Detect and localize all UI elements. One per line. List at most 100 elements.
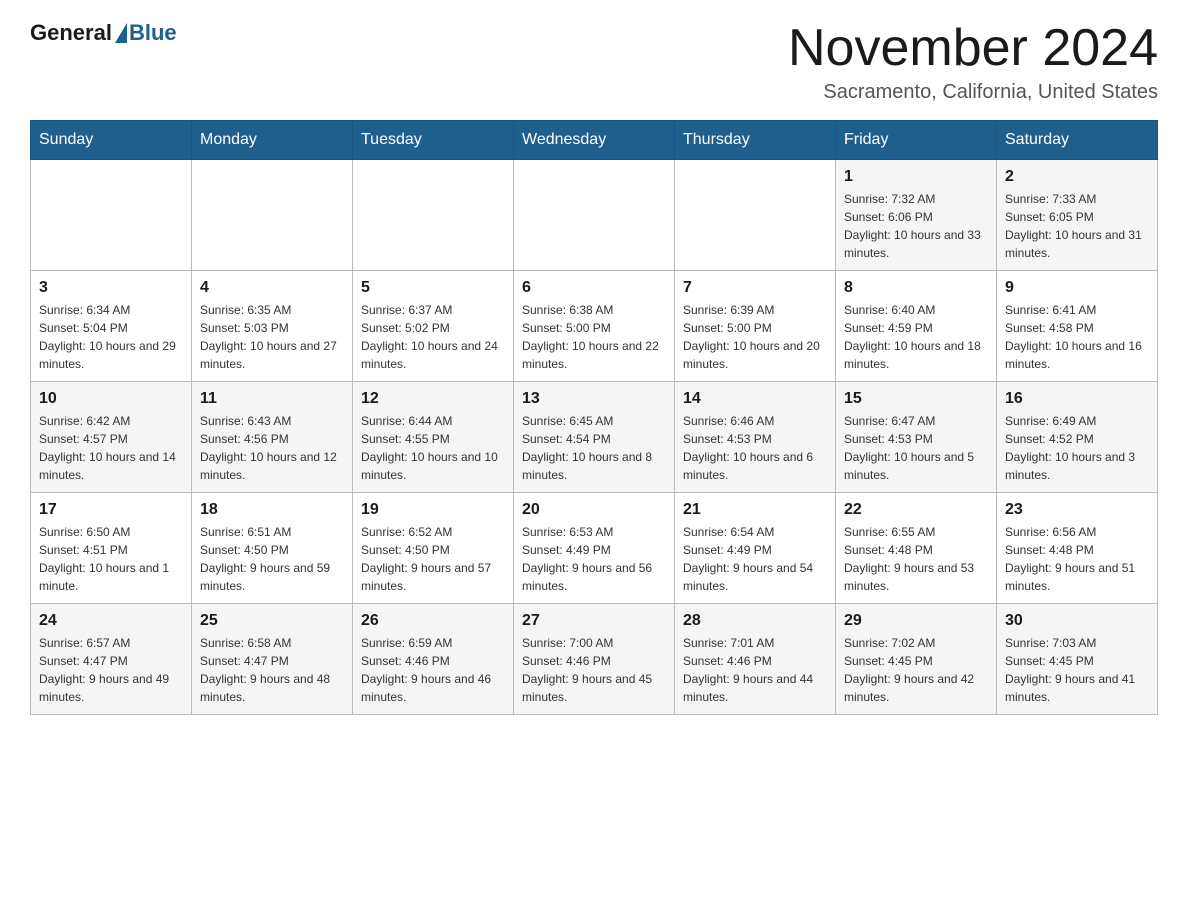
day-info: Sunrise: 6:50 AM Sunset: 4:51 PM Dayligh… <box>39 523 183 595</box>
calendar-cell: 29 Sunrise: 7:02 AM Sunset: 4:45 PM Dayli… <box>836 604 997 715</box>
day-number: 15 <box>844 390 988 408</box>
calendar-cell: 8 Sunrise: 6:40 AM Sunset: 4:59 PM Daylig… <box>836 271 997 382</box>
calendar-cell: 2 Sunrise: 7:33 AM Sunset: 6:05 PM Daylig… <box>997 160 1158 271</box>
day-number: 10 <box>39 390 183 408</box>
day-info: Sunrise: 6:54 AM Sunset: 4:49 PM Dayligh… <box>683 523 827 595</box>
day-number: 24 <box>39 612 183 630</box>
calendar-cell: 19 Sunrise: 6:52 AM Sunset: 4:50 PM Dayli… <box>353 493 514 604</box>
day-number: 1 <box>844 168 988 186</box>
calendar-cell: 30Sunrise: 7:03 AM Sunset: 4:45 PM Dayli… <box>997 604 1158 715</box>
logo-general-text: General <box>30 20 112 46</box>
day-number: 19 <box>361 501 505 519</box>
calendar-cell: 12Sunrise: 6:44 AM Sunset: 4:55 PM Dayli… <box>353 382 514 493</box>
day-info: Sunrise: 6:34 AM Sunset: 5:04 PM Dayligh… <box>39 301 183 373</box>
day-number: 4 <box>200 279 344 297</box>
day-number: 8 <box>844 279 988 297</box>
day-header-tuesday: Tuesday <box>353 121 514 160</box>
day-header-friday: Friday <box>836 121 997 160</box>
day-info: Sunrise: 7:01 AM Sunset: 4:46 PM Dayligh… <box>683 634 827 706</box>
day-info: Sunrise: 6:56 AM Sunset: 4:48 PM Dayligh… <box>1005 523 1149 595</box>
title-section: November 2024 Sacramento, California, Un… <box>788 20 1158 104</box>
day-info: Sunrise: 6:49 AM Sunset: 4:52 PM Dayligh… <box>1005 412 1149 484</box>
calendar-cell: 15Sunrise: 6:47 AM Sunset: 4:53 PM Dayli… <box>836 382 997 493</box>
calendar-cell: 10 Sunrise: 6:42 AM Sunset: 4:57 PM Dayli… <box>31 382 192 493</box>
day-info: Sunrise: 6:52 AM Sunset: 4:50 PM Dayligh… <box>361 523 505 595</box>
calendar-cell <box>514 160 675 271</box>
day-header-wednesday: Wednesday <box>514 121 675 160</box>
calendar-cell: 11 Sunrise: 6:43 AM Sunset: 4:56 PM Dayli… <box>192 382 353 493</box>
week-row-1: 1 Sunrise: 7:32 AM Sunset: 6:06 PM Daylig… <box>31 160 1158 271</box>
day-info: Sunrise: 7:03 AM Sunset: 4:45 PM Dayligh… <box>1005 634 1149 706</box>
calendar-cell: 14 Sunrise: 6:46 AM Sunset: 4:53 PM Dayli… <box>675 382 836 493</box>
calendar-cell: 24 Sunrise: 6:57 AM Sunset: 4:47 PM Dayli… <box>31 604 192 715</box>
calendar-cell: 5 Sunrise: 6:37 AM Sunset: 5:02 PM Daylig… <box>353 271 514 382</box>
day-number: 2 <box>1005 168 1149 186</box>
calendar-cell: 21Sunrise: 6:54 AM Sunset: 4:49 PM Dayli… <box>675 493 836 604</box>
day-number: 27 <box>522 612 666 630</box>
day-info: Sunrise: 6:37 AM Sunset: 5:02 PM Dayligh… <box>361 301 505 373</box>
calendar-cell: 7 Sunrise: 6:39 AM Sunset: 5:00 PM Daylig… <box>675 271 836 382</box>
day-info: Sunrise: 6:44 AM Sunset: 4:55 PM Dayligh… <box>361 412 505 484</box>
day-info: Sunrise: 7:00 AM Sunset: 4:46 PM Dayligh… <box>522 634 666 706</box>
calendar-cell <box>675 160 836 271</box>
calendar-cell: 16 Sunrise: 6:49 AM Sunset: 4:52 PM Dayli… <box>997 382 1158 493</box>
day-info: Sunrise: 6:58 AM Sunset: 4:47 PM Dayligh… <box>200 634 344 706</box>
week-row-3: 10 Sunrise: 6:42 AM Sunset: 4:57 PM Dayli… <box>31 382 1158 493</box>
day-number: 11 <box>200 390 344 408</box>
logo-triangle-icon <box>115 23 127 43</box>
day-number: 18 <box>200 501 344 519</box>
day-info: Sunrise: 6:59 AM Sunset: 4:46 PM Dayligh… <box>361 634 505 706</box>
calendar-cell: 23 Sunrise: 6:56 AM Sunset: 4:48 PM Dayli… <box>997 493 1158 604</box>
week-row-4: 17 Sunrise: 6:50 AM Sunset: 4:51 PM Dayli… <box>31 493 1158 604</box>
day-info: Sunrise: 6:51 AM Sunset: 4:50 PM Dayligh… <box>200 523 344 595</box>
day-number: 17 <box>39 501 183 519</box>
day-info: Sunrise: 7:33 AM Sunset: 6:05 PM Dayligh… <box>1005 190 1149 262</box>
day-header-monday: Monday <box>192 121 353 160</box>
day-number: 23 <box>1005 501 1149 519</box>
calendar-cell: 4Sunrise: 6:35 AM Sunset: 5:03 PM Daylig… <box>192 271 353 382</box>
day-number: 25 <box>200 612 344 630</box>
day-number: 14 <box>683 390 827 408</box>
week-row-2: 3 Sunrise: 6:34 AM Sunset: 5:04 PM Daylig… <box>31 271 1158 382</box>
day-number: 22 <box>844 501 988 519</box>
calendar-cell: 18 Sunrise: 6:51 AM Sunset: 4:50 PM Dayli… <box>192 493 353 604</box>
day-info: Sunrise: 7:02 AM Sunset: 4:45 PM Dayligh… <box>844 634 988 706</box>
day-number: 28 <box>683 612 827 630</box>
calendar-cell <box>192 160 353 271</box>
day-info: Sunrise: 6:53 AM Sunset: 4:49 PM Dayligh… <box>522 523 666 595</box>
location-subtitle: Sacramento, California, United States <box>788 81 1158 104</box>
day-info: Sunrise: 6:42 AM Sunset: 4:57 PM Dayligh… <box>39 412 183 484</box>
day-number: 6 <box>522 279 666 297</box>
day-info: Sunrise: 6:43 AM Sunset: 4:56 PM Dayligh… <box>200 412 344 484</box>
day-number: 16 <box>1005 390 1149 408</box>
day-number: 13 <box>522 390 666 408</box>
day-number: 20 <box>522 501 666 519</box>
calendar-cell: 20 Sunrise: 6:53 AM Sunset: 4:49 PM Dayli… <box>514 493 675 604</box>
logo: General Blue <box>30 20 177 46</box>
day-number: 5 <box>361 279 505 297</box>
calendar-cell: 6Sunrise: 6:38 AM Sunset: 5:00 PM Daylig… <box>514 271 675 382</box>
header-row: SundayMondayTuesdayWednesdayThursdayFrid… <box>31 121 1158 160</box>
calendar-cell: 26Sunrise: 6:59 AM Sunset: 4:46 PM Dayli… <box>353 604 514 715</box>
calendar-cell: 13 Sunrise: 6:45 AM Sunset: 4:54 PM Dayli… <box>514 382 675 493</box>
day-number: 3 <box>39 279 183 297</box>
calendar-cell <box>31 160 192 271</box>
day-info: Sunrise: 6:40 AM Sunset: 4:59 PM Dayligh… <box>844 301 988 373</box>
week-row-5: 24 Sunrise: 6:57 AM Sunset: 4:47 PM Dayli… <box>31 604 1158 715</box>
day-number: 29 <box>844 612 988 630</box>
calendar-cell: 22 Sunrise: 6:55 AM Sunset: 4:48 PM Dayli… <box>836 493 997 604</box>
day-info: Sunrise: 6:46 AM Sunset: 4:53 PM Dayligh… <box>683 412 827 484</box>
day-info: Sunrise: 6:41 AM Sunset: 4:58 PM Dayligh… <box>1005 301 1149 373</box>
day-header-thursday: Thursday <box>675 121 836 160</box>
day-info: Sunrise: 7:32 AM Sunset: 6:06 PM Dayligh… <box>844 190 988 262</box>
calendar-cell: 9Sunrise: 6:41 AM Sunset: 4:58 PM Daylig… <box>997 271 1158 382</box>
logo-blue-text: Blue <box>129 20 177 46</box>
calendar-cell: 28 Sunrise: 7:01 AM Sunset: 4:46 PM Dayli… <box>675 604 836 715</box>
calendar-cell: 25 Sunrise: 6:58 AM Sunset: 4:47 PM Dayli… <box>192 604 353 715</box>
day-info: Sunrise: 6:39 AM Sunset: 5:00 PM Dayligh… <box>683 301 827 373</box>
day-number: 7 <box>683 279 827 297</box>
calendar-cell: 17 Sunrise: 6:50 AM Sunset: 4:51 PM Dayli… <box>31 493 192 604</box>
day-info: Sunrise: 6:57 AM Sunset: 4:47 PM Dayligh… <box>39 634 183 706</box>
day-info: Sunrise: 6:45 AM Sunset: 4:54 PM Dayligh… <box>522 412 666 484</box>
day-info: Sunrise: 6:55 AM Sunset: 4:48 PM Dayligh… <box>844 523 988 595</box>
